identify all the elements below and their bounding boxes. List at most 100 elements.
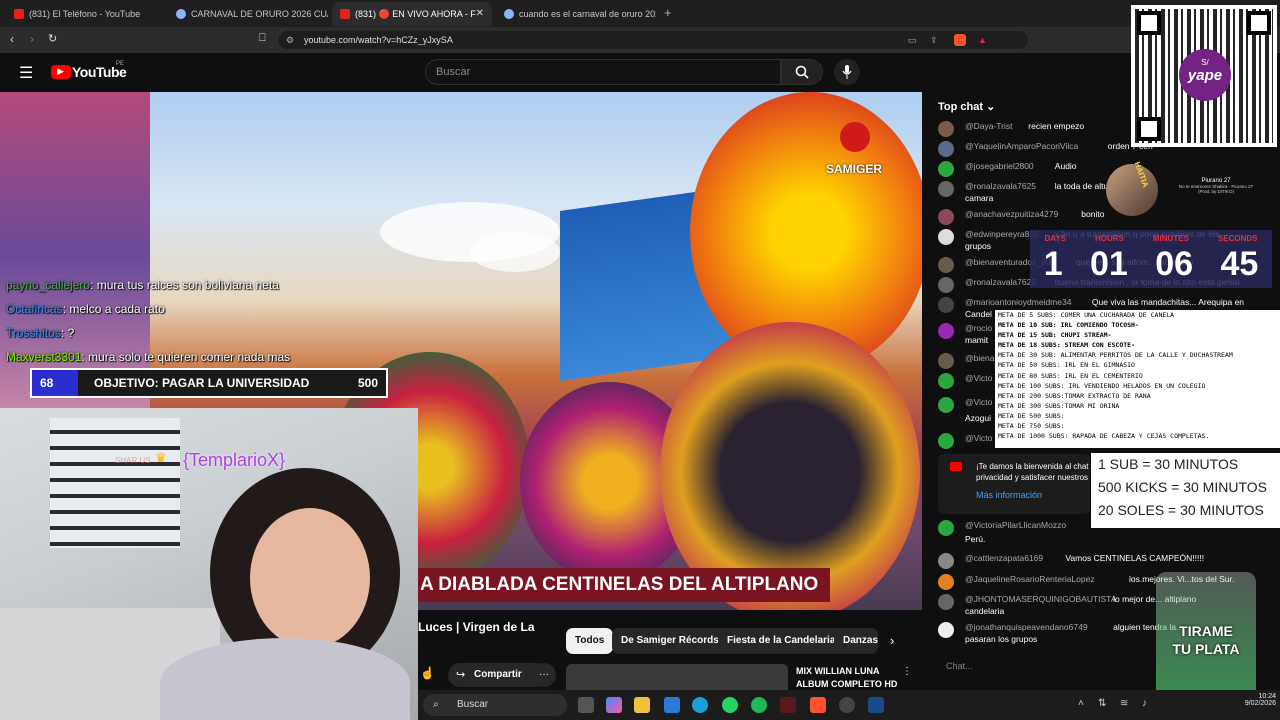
taskbar-search[interactable]: ⌕ Buscar xyxy=(423,694,567,716)
related-title-2[interactable]: ALBUM COMPLETO HD xyxy=(796,679,897,689)
avatar[interactable] xyxy=(938,433,954,449)
bookmark-icon[interactable]: ⎕ xyxy=(259,32,266,45)
url-bar[interactable]: ⚙ youtube.com/watch?v=hCZz_yJxySA ▭ ⇪ ▲ xyxy=(278,31,1028,49)
more-vert-icon[interactable]: ⋮ xyxy=(902,666,912,677)
close-tab-icon[interactable]: ✕ xyxy=(476,8,484,19)
chat-author[interactable]: @ronalzavala7625 xyxy=(965,277,1036,287)
chat-author[interactable]: @JaquelineRosarioRenteriaLopez xyxy=(965,574,1095,584)
copilot-icon[interactable] xyxy=(606,697,622,713)
more-actions-button[interactable]: ··· xyxy=(532,663,556,687)
avatar[interactable] xyxy=(938,121,954,137)
spotify-icon[interactable] xyxy=(751,697,767,713)
chip[interactable]: De Samiger Récords xyxy=(612,628,728,654)
rewards-icon[interactable]: ▲ xyxy=(978,31,987,49)
person-face xyxy=(250,508,370,648)
site-info-icon[interactable]: ⚙ xyxy=(286,31,294,49)
overlay-chat-line: Octafiricas: melco a cada rato xyxy=(6,302,165,316)
search-input[interactable]: Buscar xyxy=(425,59,781,85)
chat-author[interactable]: @ronalzavala7625 xyxy=(965,181,1036,191)
chip[interactable]: Danzas xyxy=(834,628,878,654)
obs-icon[interactable] xyxy=(839,697,855,713)
avatar[interactable] xyxy=(938,553,954,569)
chat-author[interactable]: @Daya-Trist xyxy=(965,121,1013,131)
chevron-up-icon[interactable]: ˄ xyxy=(1078,698,1084,709)
like-icon[interactable]: ☝ xyxy=(420,666,435,680)
brave-icon[interactable] xyxy=(810,697,826,713)
new-tab-button[interactable]: + xyxy=(664,5,672,20)
clock[interactable]: 10:24 9/02/2026 xyxy=(1236,693,1276,707)
file-explorer-icon[interactable] xyxy=(634,697,650,713)
chat-author[interactable]: @rocio xyxy=(965,323,992,333)
sub-goal-line: META DE 300 SUBS:TOMAR MI ORINA xyxy=(998,401,1120,410)
chat-input[interactable]: Chat... xyxy=(938,655,1158,677)
avatar[interactable] xyxy=(938,209,954,225)
chat-author[interactable]: @edwinpereyra855 xyxy=(965,229,1039,239)
wifi-icon[interactable]: ≋ xyxy=(1120,698,1128,709)
chip-todos[interactable]: Todos xyxy=(566,628,614,654)
avatar[interactable] xyxy=(938,277,954,293)
avatar[interactable] xyxy=(938,353,954,369)
chat-author[interactable]: @josegabriel2800 xyxy=(965,161,1034,171)
steam-icon[interactable] xyxy=(868,697,884,713)
whatsapp-icon[interactable] xyxy=(722,697,738,713)
network-icon[interactable]: ⇅ xyxy=(1098,698,1106,709)
chat-text: Que viva las mandachitas... Arequipa en xyxy=(1091,297,1245,307)
mic-tray-icon[interactable]: ♪ xyxy=(1142,698,1147,709)
avatar[interactable] xyxy=(938,323,954,339)
chat-author[interactable]: @marioantonioydmeidme34 xyxy=(965,297,1071,307)
chat-author[interactable]: @VictoriaPilarLlicanMozzo xyxy=(965,520,1066,530)
related-thumbnail[interactable] xyxy=(566,664,788,690)
store-icon[interactable] xyxy=(664,697,680,713)
chat-author[interactable]: @cattlenzapata6169 xyxy=(965,553,1043,563)
chat-author[interactable]: @YaquelinAmparoPacoriVilca xyxy=(965,141,1078,151)
avatar[interactable] xyxy=(938,373,954,389)
cast-icon[interactable]: ▭ xyxy=(908,31,917,49)
chat-author[interactable]: @biena xyxy=(965,353,994,363)
watermark: SAMIGER xyxy=(826,162,883,176)
app-icon[interactable] xyxy=(780,697,796,713)
chat-author[interactable]: @Victo xyxy=(965,373,992,383)
avatar[interactable] xyxy=(938,397,954,413)
voice-search-button[interactable] xyxy=(834,59,860,85)
avatar[interactable] xyxy=(938,181,954,197)
search-button[interactable] xyxy=(781,59,823,85)
chevron-right-icon[interactable]: › xyxy=(890,633,894,648)
chat-author[interactable]: @anachavezpuitiza4279 xyxy=(965,209,1058,219)
chip[interactable]: Fiesta de la Candelaria xyxy=(718,628,845,654)
avatar[interactable] xyxy=(938,257,954,273)
chat-mode-selector[interactable]: Top chat ⌄ xyxy=(938,100,995,113)
chat-author[interactable]: @Victo xyxy=(965,397,992,407)
avatar[interactable] xyxy=(938,574,954,590)
yape-qr-code: S/ yape xyxy=(1131,5,1277,147)
edge-icon[interactable] xyxy=(692,697,708,713)
countdown-values: 1 01 06 45 xyxy=(1030,244,1272,284)
overlay-chat-text: : ? xyxy=(60,326,75,340)
avatar[interactable] xyxy=(938,594,954,610)
brave-shield-icon[interactable] xyxy=(954,34,966,46)
avatar[interactable] xyxy=(938,141,954,157)
tab-label: (831) El Teléfono - YouTube xyxy=(29,9,141,19)
chat-author[interactable]: @Victo xyxy=(965,433,992,443)
avatar[interactable] xyxy=(938,161,954,177)
chat-author[interactable]: @JHONTOMASERQUINIGOBAUTISTA xyxy=(965,594,1116,604)
menu-icon[interactable]: ☰ xyxy=(19,63,33,83)
chat-author[interactable]: @jonathanquispeavendano6749 xyxy=(965,622,1088,632)
sub-goal-line: META DE 80 SUBS: IRL EN EL CEMENTERIO xyxy=(998,371,1143,380)
browser-tab-active[interactable]: (831) 🔴 EN VIVO AHORA - F ✕ xyxy=(332,2,492,26)
google-favicon-icon xyxy=(176,9,186,19)
avatar[interactable] xyxy=(938,229,954,245)
task-view-icon[interactable] xyxy=(578,697,594,713)
browser-tab[interactable]: CARNAVAL DE ORURO 2026 CUANDO xyxy=(168,2,328,26)
back-icon[interactable]: ‹ xyxy=(10,32,14,46)
avatar[interactable] xyxy=(938,520,954,536)
share-icon[interactable]: ⇪ xyxy=(930,31,938,49)
browser-tab[interactable]: (831) El Teléfono - YouTube xyxy=(6,2,166,26)
more-info-link[interactable]: Más información xyxy=(976,490,1042,500)
forward-icon[interactable]: › xyxy=(30,32,34,46)
avatar[interactable] xyxy=(938,297,954,313)
share-icon: ↪ xyxy=(456,669,466,681)
avatar[interactable] xyxy=(938,622,954,638)
browser-tab[interactable]: cuando es el carnaval de oruro 2026 xyxy=(496,2,656,26)
related-title[interactable]: MIX WILLIAN LUNA xyxy=(796,666,880,676)
reload-icon[interactable]: ↻ xyxy=(48,32,57,45)
